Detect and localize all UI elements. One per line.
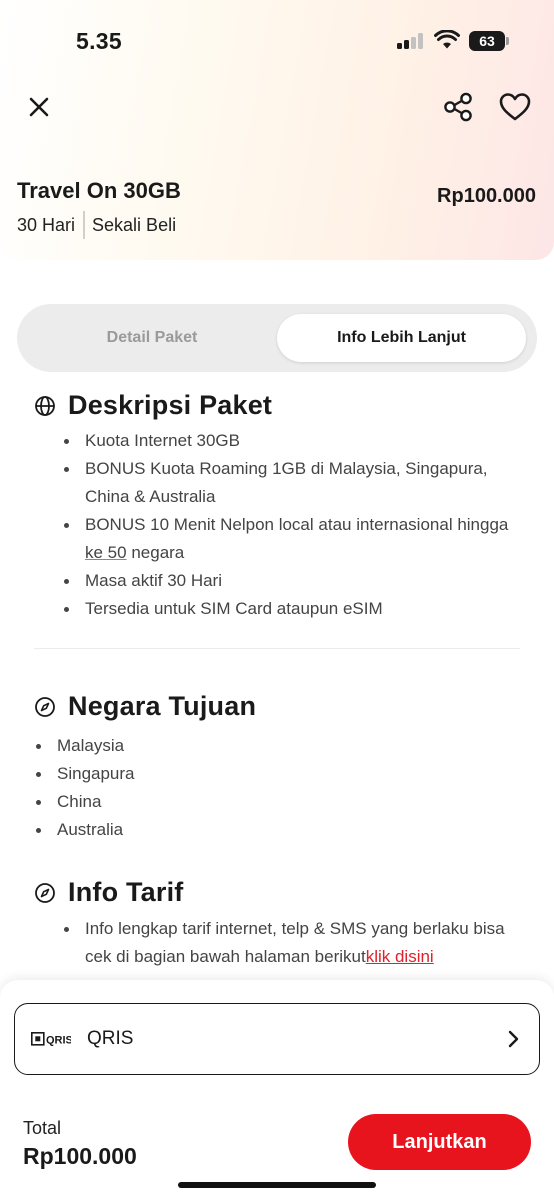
description-list: Kuota Internet 30GB BONUS Kuota Roaming … — [63, 427, 523, 623]
list-item: Singapura — [35, 760, 495, 788]
signal-icon — [397, 33, 427, 49]
close-button[interactable] — [24, 92, 54, 122]
package-purchase-type: Sekali Beli — [92, 214, 177, 235]
payment-method-selector[interactable]: QRIS QRIS — [14, 1003, 540, 1075]
globe-icon — [35, 395, 55, 416]
list-item: Malaysia — [35, 732, 495, 760]
item-text: hingga — [457, 515, 509, 534]
package-title: Travel On 30GB — [17, 178, 181, 203]
status-time: 5.35 — [76, 28, 122, 54]
tariff-text: Info lengkap tarif internet, telp & SMS … — [85, 919, 505, 966]
destinations-title: Negara Tujuan — [68, 691, 257, 721]
payment-method-label: QRIS — [87, 1028, 134, 1049]
list-item: Masa aktif 30 Hari — [63, 567, 523, 595]
package-meta: 30 Hari Sekali Beli — [17, 211, 176, 239]
favorite-button[interactable] — [496, 89, 534, 125]
tab-switcher: Detail Paket Info Lebih Lanjut — [17, 304, 537, 372]
share-icon — [444, 92, 472, 122]
list-item: BONUS Kuota Roaming 1GB di Malaysia, Sin… — [63, 455, 523, 511]
tab-detail-paket[interactable]: Detail Paket — [27, 314, 277, 362]
meta-divider — [83, 211, 86, 239]
package-price: Rp100.000 — [437, 185, 536, 207]
heart-icon — [499, 93, 531, 121]
battery-icon: 63 — [469, 31, 505, 51]
list-item: BONUS 10 Menit Nelpon local atau interna… — [63, 511, 523, 567]
qris-logo-text: QRIS — [46, 1035, 71, 1047]
tariff-title: Info Tarif — [68, 877, 184, 907]
wifi-icon — [434, 30, 460, 49]
total-label: Total — [23, 1118, 62, 1138]
tab-info-lebih-lanjut[interactable]: Info Lebih Lanjut — [277, 314, 526, 362]
description-heading: Deskripsi Paket — [34, 390, 272, 421]
list-item: Australia — [35, 816, 495, 844]
close-icon — [29, 97, 49, 117]
package-duration: 30 Hari — [17, 214, 76, 235]
continue-button[interactable]: Lanjutkan — [348, 1114, 531, 1170]
home-indicator — [178, 1182, 376, 1188]
destinations-heading: Negara Tujuan — [34, 691, 256, 722]
total-value: Rp100.000 — [23, 1143, 137, 1169]
qris-logo-icon: QRIS — [31, 1032, 71, 1046]
compass-icon — [35, 882, 55, 903]
section-divider — [34, 648, 520, 649]
tariff-link[interactable]: klik disini — [366, 947, 434, 966]
list-item: China — [35, 788, 495, 816]
item-underlined-text: ke 50 — [85, 543, 127, 562]
tariff-heading: Info Tarif — [34, 877, 183, 908]
tariff-list: Info lengkap tarif internet, telp & SMS … — [63, 915, 513, 971]
destinations-list: Malaysia Singapura China Australia — [35, 732, 495, 844]
chevron-right-icon — [508, 1030, 519, 1048]
share-button[interactable] — [440, 89, 476, 125]
list-item: Kuota Internet 30GB — [63, 427, 523, 455]
item-text: BONUS 10 Menit Nelpon local atau interna… — [85, 515, 453, 534]
compass-icon — [35, 696, 55, 717]
battery-tip — [506, 37, 509, 45]
description-title: Deskripsi Paket — [68, 390, 273, 420]
list-item: Info lengkap tarif internet, telp & SMS … — [63, 915, 513, 971]
list-item: Tersedia untuk SIM Card ataupun eSIM — [63, 595, 523, 623]
item-text: negara — [131, 543, 185, 562]
